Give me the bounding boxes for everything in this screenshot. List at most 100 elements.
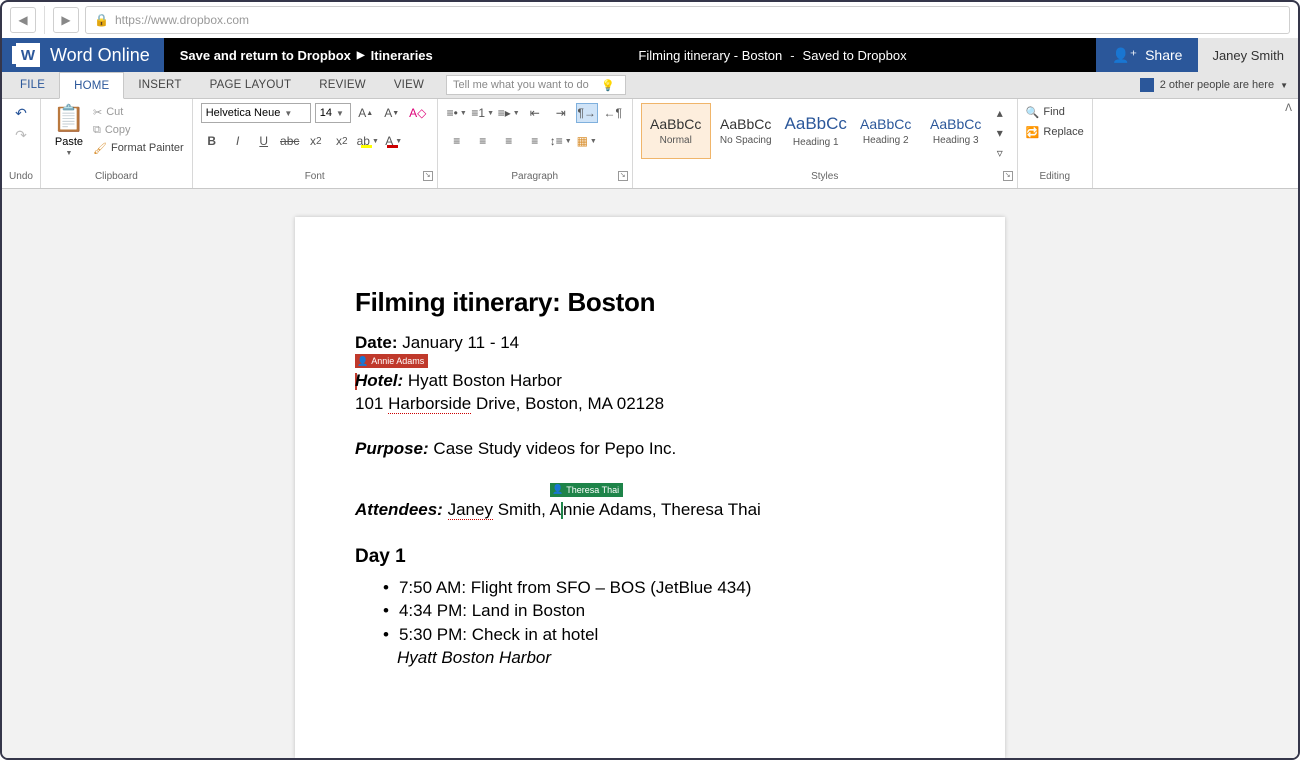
group-label: Font↘ bbox=[193, 170, 437, 188]
group-label: Styles↘ bbox=[633, 170, 1017, 188]
tab-review[interactable]: REVIEW bbox=[305, 72, 380, 99]
breadcrumb-item[interactable]: Save and return to Dropbox bbox=[180, 48, 351, 63]
style-heading-3[interactable]: AaBbCcHeading 3 bbox=[921, 103, 991, 159]
tab-view[interactable]: VIEW bbox=[380, 72, 438, 99]
back-button[interactable]: ◀ bbox=[10, 7, 36, 33]
paste-button[interactable]: 📋 Paste ▼ bbox=[49, 103, 89, 157]
font-size-combo[interactable]: 14▼ bbox=[315, 103, 351, 123]
group-label: Paragraph↘ bbox=[438, 170, 632, 188]
italic-button[interactable]: I bbox=[227, 131, 249, 151]
replace-button[interactable]: 🔁Replace bbox=[1026, 123, 1084, 141]
style-normal[interactable]: AaBbCcNormal bbox=[641, 103, 711, 159]
forward-button[interactable]: ▶ bbox=[53, 7, 79, 33]
font-name-combo[interactable]: Helvetica Neue▼ bbox=[201, 103, 311, 123]
address-bar[interactable]: 🔒 https://www.dropbox.com bbox=[85, 6, 1290, 34]
chevron-right-icon: ▶ bbox=[357, 50, 365, 61]
ltr-button[interactable]: ¶→ bbox=[576, 103, 598, 123]
styles-scroll-down[interactable]: ▾ bbox=[991, 123, 1009, 143]
document-page[interactable]: Filming itinerary: Boston Date: January … bbox=[295, 217, 1005, 758]
document-title: Filming itinerary - Boston bbox=[638, 48, 782, 63]
collapse-ribbon-button[interactable]: ᐱ bbox=[1285, 103, 1292, 114]
strikethrough-button[interactable]: abc bbox=[279, 131, 301, 151]
collab-cursor-annie: 👤Annie Adams bbox=[355, 355, 945, 371]
date-line: Date: January 11 - 14 bbox=[355, 332, 945, 355]
ribbon-group-clipboard: 📋 Paste ▼ ✂Cut ⧉Copy 🖌Format Painter Cli… bbox=[41, 99, 193, 188]
dialog-launcher[interactable]: ↘ bbox=[618, 171, 628, 181]
align-center-button[interactable]: ≡ bbox=[472, 131, 494, 151]
styles-scroll-up[interactable]: ▴ bbox=[991, 103, 1009, 123]
presence-icon bbox=[1140, 78, 1154, 92]
presence-text: 2 other people are here bbox=[1160, 79, 1274, 91]
highlight-button[interactable]: ab▼ bbox=[357, 131, 379, 151]
brush-icon: 🖌 bbox=[93, 142, 107, 155]
subscript-button[interactable]: x2 bbox=[305, 131, 327, 151]
lightbulb-icon: 💡 bbox=[601, 79, 615, 92]
breadcrumb-item[interactable]: Itineraries bbox=[371, 48, 433, 63]
find-button[interactable]: 🔍Find bbox=[1026, 103, 1065, 121]
numbering-button[interactable]: ≡1▼ bbox=[472, 103, 494, 123]
breadcrumb: Save and return to Dropbox ▶ Itineraries bbox=[164, 38, 449, 72]
user-name: Janey Smith bbox=[1212, 48, 1284, 63]
style-heading-2[interactable]: AaBbCcHeading 2 bbox=[851, 103, 921, 159]
font-color-button[interactable]: A▼ bbox=[383, 131, 405, 151]
style-no-spacing[interactable]: AaBbCcNo Spacing bbox=[711, 103, 781, 159]
collab-cursor-theresa: 👤Theresa Thai bbox=[550, 483, 945, 499]
replace-icon: 🔁 bbox=[1026, 126, 1040, 139]
document-canvas[interactable]: Filming itinerary: Boston Date: January … bbox=[2, 189, 1298, 758]
bold-button[interactable]: B bbox=[201, 131, 223, 151]
presence-indicator[interactable]: 2 other people are here ▼ bbox=[1130, 78, 1298, 92]
share-button[interactable]: 👤⁺ Share bbox=[1096, 38, 1198, 72]
chevron-down-icon: ▼ bbox=[336, 109, 344, 118]
redo-button[interactable]: ↷ bbox=[10, 125, 32, 145]
align-left-button[interactable]: ≡ bbox=[446, 131, 468, 151]
undo-button[interactable]: ↶ bbox=[10, 103, 32, 123]
doc-title: Filming itinerary: Boston bbox=[355, 287, 945, 318]
underline-button[interactable]: U bbox=[253, 131, 275, 151]
dialog-launcher[interactable]: ↘ bbox=[423, 171, 433, 181]
ribbon-spacer: ᐱ bbox=[1093, 99, 1298, 188]
increase-indent-button[interactable]: ⇥ bbox=[550, 103, 572, 123]
line-spacing-button[interactable]: ↕≡▼ bbox=[550, 131, 572, 151]
paste-label: Paste bbox=[55, 136, 83, 148]
tab-insert[interactable]: INSERT bbox=[124, 72, 195, 99]
dialog-launcher[interactable]: ↘ bbox=[1003, 171, 1013, 181]
person-icon: 👤 bbox=[357, 356, 368, 367]
chevron-down-icon: ▼ bbox=[1280, 81, 1288, 90]
shading-button[interactable]: ▦▼ bbox=[576, 131, 598, 151]
decrease-indent-button[interactable]: ⇤ bbox=[524, 103, 546, 123]
ribbon-tabs: FILE HOME INSERT PAGE LAYOUT REVIEW VIEW… bbox=[2, 72, 1298, 99]
copy-button[interactable]: ⧉Copy bbox=[93, 121, 184, 139]
multilevel-list-button[interactable]: ≡▸▼ bbox=[498, 103, 520, 123]
divider bbox=[44, 6, 45, 34]
chevron-down-icon: ▼ bbox=[284, 109, 292, 118]
ribbon-group-paragraph: ≡•▼ ≡1▼ ≡▸▼ ⇤ ⇥ ¶→ ←¶ ≡ ≡ ≡ ≡ ↕≡▼ ▦▼ Par bbox=[438, 99, 633, 188]
tab-file[interactable]: FILE bbox=[6, 72, 59, 99]
format-painter-button[interactable]: 🖌Format Painter bbox=[93, 139, 184, 157]
document-status: Filming itinerary - Boston - Saved to Dr… bbox=[449, 38, 1096, 72]
styles-expand[interactable]: ▿ bbox=[991, 143, 1009, 163]
user-menu[interactable]: Janey Smith bbox=[1198, 38, 1298, 72]
brand: W Word Online bbox=[2, 38, 164, 72]
align-right-button[interactable]: ≡ bbox=[498, 131, 520, 151]
app-window: ◀ ▶ 🔒 https://www.dropbox.com W Word Onl… bbox=[0, 0, 1300, 760]
scrollbar[interactable] bbox=[1282, 189, 1298, 758]
url-text: https://www.dropbox.com bbox=[115, 13, 249, 27]
tab-page-layout[interactable]: PAGE LAYOUT bbox=[196, 72, 306, 99]
bullets-button[interactable]: ≡•▼ bbox=[446, 103, 468, 123]
browser-toolbar: ◀ ▶ 🔒 https://www.dropbox.com bbox=[2, 2, 1298, 38]
tab-home[interactable]: HOME bbox=[59, 72, 124, 99]
rtl-button[interactable]: ←¶ bbox=[602, 103, 624, 123]
group-label: Undo bbox=[2, 170, 40, 188]
justify-button[interactable]: ≡ bbox=[524, 131, 546, 151]
attendees-line: Attendees: Janey Smith, Annie Adams, The… bbox=[355, 499, 945, 522]
list-item: 5:30 PM: Check in at hotel bbox=[383, 623, 945, 647]
scissors-icon: ✂ bbox=[93, 106, 102, 119]
grow-font-button[interactable]: A▲ bbox=[355, 103, 377, 123]
cut-button[interactable]: ✂Cut bbox=[93, 103, 184, 121]
tell-me-search[interactable]: Tell me what you want to do 💡 bbox=[446, 75, 626, 95]
person-icon: 👤 bbox=[552, 484, 563, 495]
superscript-button[interactable]: x2 bbox=[331, 131, 353, 151]
shrink-font-button[interactable]: A▼ bbox=[381, 103, 403, 123]
clear-formatting-button[interactable]: A◇ bbox=[407, 103, 429, 123]
style-heading-1[interactable]: AaBbCcHeading 1 bbox=[781, 103, 851, 159]
